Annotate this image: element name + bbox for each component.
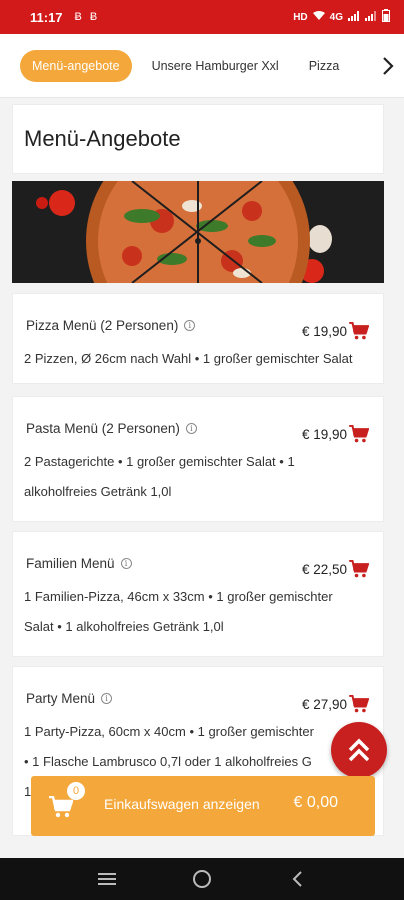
network-type-label: 4G — [329, 11, 343, 23]
chevron-right-icon — [383, 57, 394, 75]
menu-item-title: Familien Menü — [26, 556, 115, 571]
section-title: Menü-Angebote — [24, 126, 181, 151]
info-icon[interactable]: i — [184, 320, 196, 331]
menu-item-name: Familien Menü i — [26, 556, 132, 571]
wifi-icon — [312, 10, 325, 24]
menu-item-title: Party Menü — [26, 691, 96, 706]
menu-item-description: 1 Familien-Pizza, 46cm x 33cm • 1 großer… — [24, 582, 384, 642]
add-to-cart-icon[interactable] — [349, 695, 369, 713]
description-line: Salat • 1 alkoholfreies Getränk 1,0l — [24, 619, 224, 634]
menu-item-description: 2 Pastagerichte • 1 großer gemischter Sa… — [24, 447, 384, 507]
signal-icon-2 — [365, 10, 377, 24]
sim-b-icon: Ƀ — [89, 11, 98, 23]
add-to-cart-icon[interactable] — [349, 322, 369, 340]
tabs-scroll-right-button[interactable] — [372, 34, 404, 97]
menu-item-card[interactable]: Familien Menü i € 22,50 1 Familien-Pizza… — [12, 531, 384, 657]
tab-unsere-hamburger-xxl[interactable]: Unsere Hamburger Xxl — [152, 59, 279, 73]
status-time: 11:17 — [30, 9, 63, 25]
category-tabs: Menü-angebote Unsere Hamburger Xxl Pizza — [0, 34, 404, 98]
add-to-cart-icon[interactable] — [349, 425, 369, 443]
cart-bar-label: Einkaufswagen anzeigen — [104, 796, 260, 812]
menu-lines-icon — [98, 873, 117, 885]
battery-icon — [382, 9, 390, 25]
section-title-card: Menü-Angebote — [12, 104, 384, 174]
cart-count-badge: 0 — [67, 782, 85, 800]
menu-item-title: Pasta Menü (2 Personen) — [26, 421, 180, 436]
menu-item-price: € 22,50 — [301, 562, 347, 577]
system-navigation-bar — [0, 858, 404, 900]
menu-item-price: € 27,90 — [301, 697, 347, 712]
menu-item-price: € 19,90 — [301, 427, 347, 442]
shopping-cart-icon — [49, 796, 73, 818]
menu-item-name: Party Menü i — [26, 691, 113, 706]
info-icon[interactable]: i — [101, 693, 113, 704]
menu-item-card[interactable]: Pizza Menü (2 Personen) i € 19,90 2 Pizz… — [12, 293, 384, 384]
info-icon[interactable]: i — [185, 423, 197, 434]
status-bar: 11:17 Ƀ Ƀ HD 4G — [0, 0, 404, 34]
status-notification-icons: Ƀ Ƀ — [75, 11, 98, 23]
cart-total: € 0,00 — [293, 794, 338, 811]
menu-item-name: Pizza Menü (2 Personen) i — [26, 318, 196, 333]
recent-apps-button[interactable] — [92, 864, 122, 894]
sim-b-icon: Ƀ — [74, 11, 82, 23]
description-line: 1 Party-Pizza, 60cm x 40cm • 1 großer ge… — [24, 724, 314, 739]
info-icon[interactable]: i — [120, 558, 132, 569]
description-line: alkoholfreies Getränk 1,0l — [24, 484, 172, 499]
hd-voice-icon: HD — [293, 11, 308, 23]
pizza-banner-image — [12, 181, 384, 283]
menu-item-price: € 19,90 — [301, 324, 347, 339]
description-line: 1 Familien-Pizza, 46cm x 33cm • 1 großer… — [24, 589, 333, 604]
description-line: 2 Pizzen, Ø 26cm nach Wahl • 1 großer ge… — [24, 351, 353, 366]
home-button[interactable] — [187, 864, 217, 894]
menu-item-card[interactable]: Pasta Menü (2 Personen) i € 19,90 2 Past… — [12, 396, 384, 522]
add-to-cart-icon[interactable] — [349, 560, 369, 578]
description-line: 2 Pastagerichte • 1 großer gemischter Sa… — [24, 454, 295, 469]
status-right-icons: HD 4G — [293, 9, 390, 25]
menu-item-title: Pizza Menü (2 Personen) — [26, 318, 179, 333]
menu-item-description: 2 Pizzen, Ø 26cm nach Wahl • 1 großer ge… — [24, 344, 384, 374]
tab-pizza[interactable]: Pizza — [309, 59, 340, 73]
back-button[interactable] — [282, 864, 312, 894]
view-cart-button[interactable]: 0 Einkaufswagen anzeigen € 0,00 — [31, 776, 375, 836]
description-line: • 1 Flasche Lambrusco 0,7l oder 1 alkoho… — [24, 754, 312, 769]
tab-menu-angebote[interactable]: Menü-angebote — [20, 49, 132, 82]
menu-item-name: Pasta Menü (2 Personen) i — [26, 421, 197, 436]
home-circle-icon — [192, 870, 211, 888]
signal-icon — [348, 10, 360, 24]
scroll-to-top-button[interactable] — [331, 722, 387, 778]
back-chevron-icon — [292, 871, 302, 887]
double-chevron-up-icon — [348, 738, 370, 762]
